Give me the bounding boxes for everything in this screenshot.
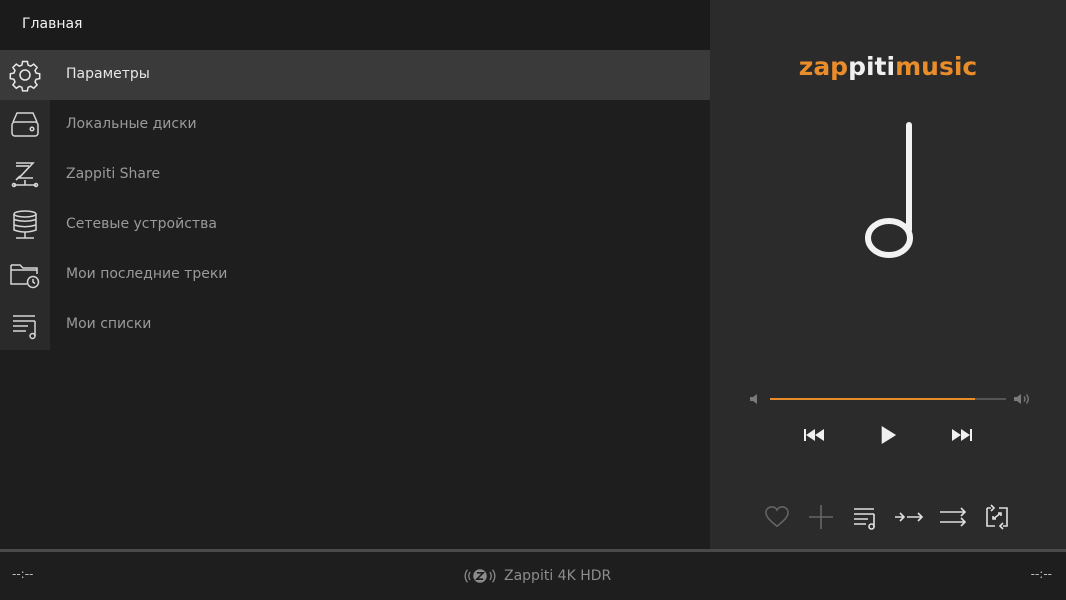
menu-item-label: Параметры [66,66,150,82]
status-bar: --:-- Zappiti 4K HDR --:-- [0,552,1066,600]
transport-controls [710,420,1066,450]
volume-control [748,390,1034,410]
network-storage-icon [0,200,50,250]
menu-item-network-devices[interactable]: Сетевые устройства [0,200,710,250]
page-title: Главная [22,16,83,32]
zappiti-music-logo: zappitimusic [798,52,978,81]
zappiti-share-icon [0,150,50,200]
volume-slider[interactable] [770,398,1006,400]
device-name: Zappiti 4K HDR [504,568,612,584]
app-window: Главная Параметры Локальные диски Zappit… [0,0,1066,600]
elapsed-time: --:-- [12,567,34,581]
menu-item-recent-tracks[interactable]: Мои последние треки [0,250,710,300]
menu-item-label: Локальные диски [66,116,197,132]
next-icon[interactable] [948,422,976,448]
previous-icon[interactable] [800,422,828,448]
recent-folder-icon [0,250,50,300]
gear-icon [0,50,50,100]
volume-low-icon[interactable] [748,392,762,406]
menu-item-label: Мои списки [66,316,152,332]
navigation-pane: Главная Параметры Локальные диски Zappit… [0,0,710,549]
menu-item-label: Мои последние треки [66,266,228,282]
shuffle-icon[interactable] [894,502,924,532]
main-menu: Параметры Локальные диски Zappiti Share … [0,50,710,350]
music-note-icon [865,122,913,258]
plus-icon[interactable] [806,502,836,532]
menu-item-label: Сетевые устройства [66,216,217,232]
menu-item-local-disks[interactable]: Локальные диски [0,100,710,150]
play-icon[interactable] [874,422,902,448]
header-bar: Главная [0,0,710,50]
remaining-time: --:-- [1030,567,1052,581]
output-device[interactable]: Zappiti 4K HDR [462,565,611,587]
player-pane: zappitimusic [710,0,1066,549]
menu-item-label: Zappiti Share [66,166,161,182]
repeat-one-icon[interactable] [982,502,1012,532]
repeat-icon[interactable] [938,502,968,532]
volume-level [770,398,976,400]
volume-high-icon[interactable] [1012,392,1032,406]
zappiti-wireless-icon [464,569,496,583]
hard-drive-icon [0,100,50,150]
menu-item-settings[interactable]: Параметры [0,50,710,100]
playlist-icon [0,300,50,350]
playback-actions [710,502,1066,532]
heart-icon[interactable] [762,502,792,532]
menu-item-my-lists[interactable]: Мои списки [0,300,710,350]
menu-item-zappiti-share[interactable]: Zappiti Share [0,150,710,200]
queue-icon[interactable] [850,502,880,532]
